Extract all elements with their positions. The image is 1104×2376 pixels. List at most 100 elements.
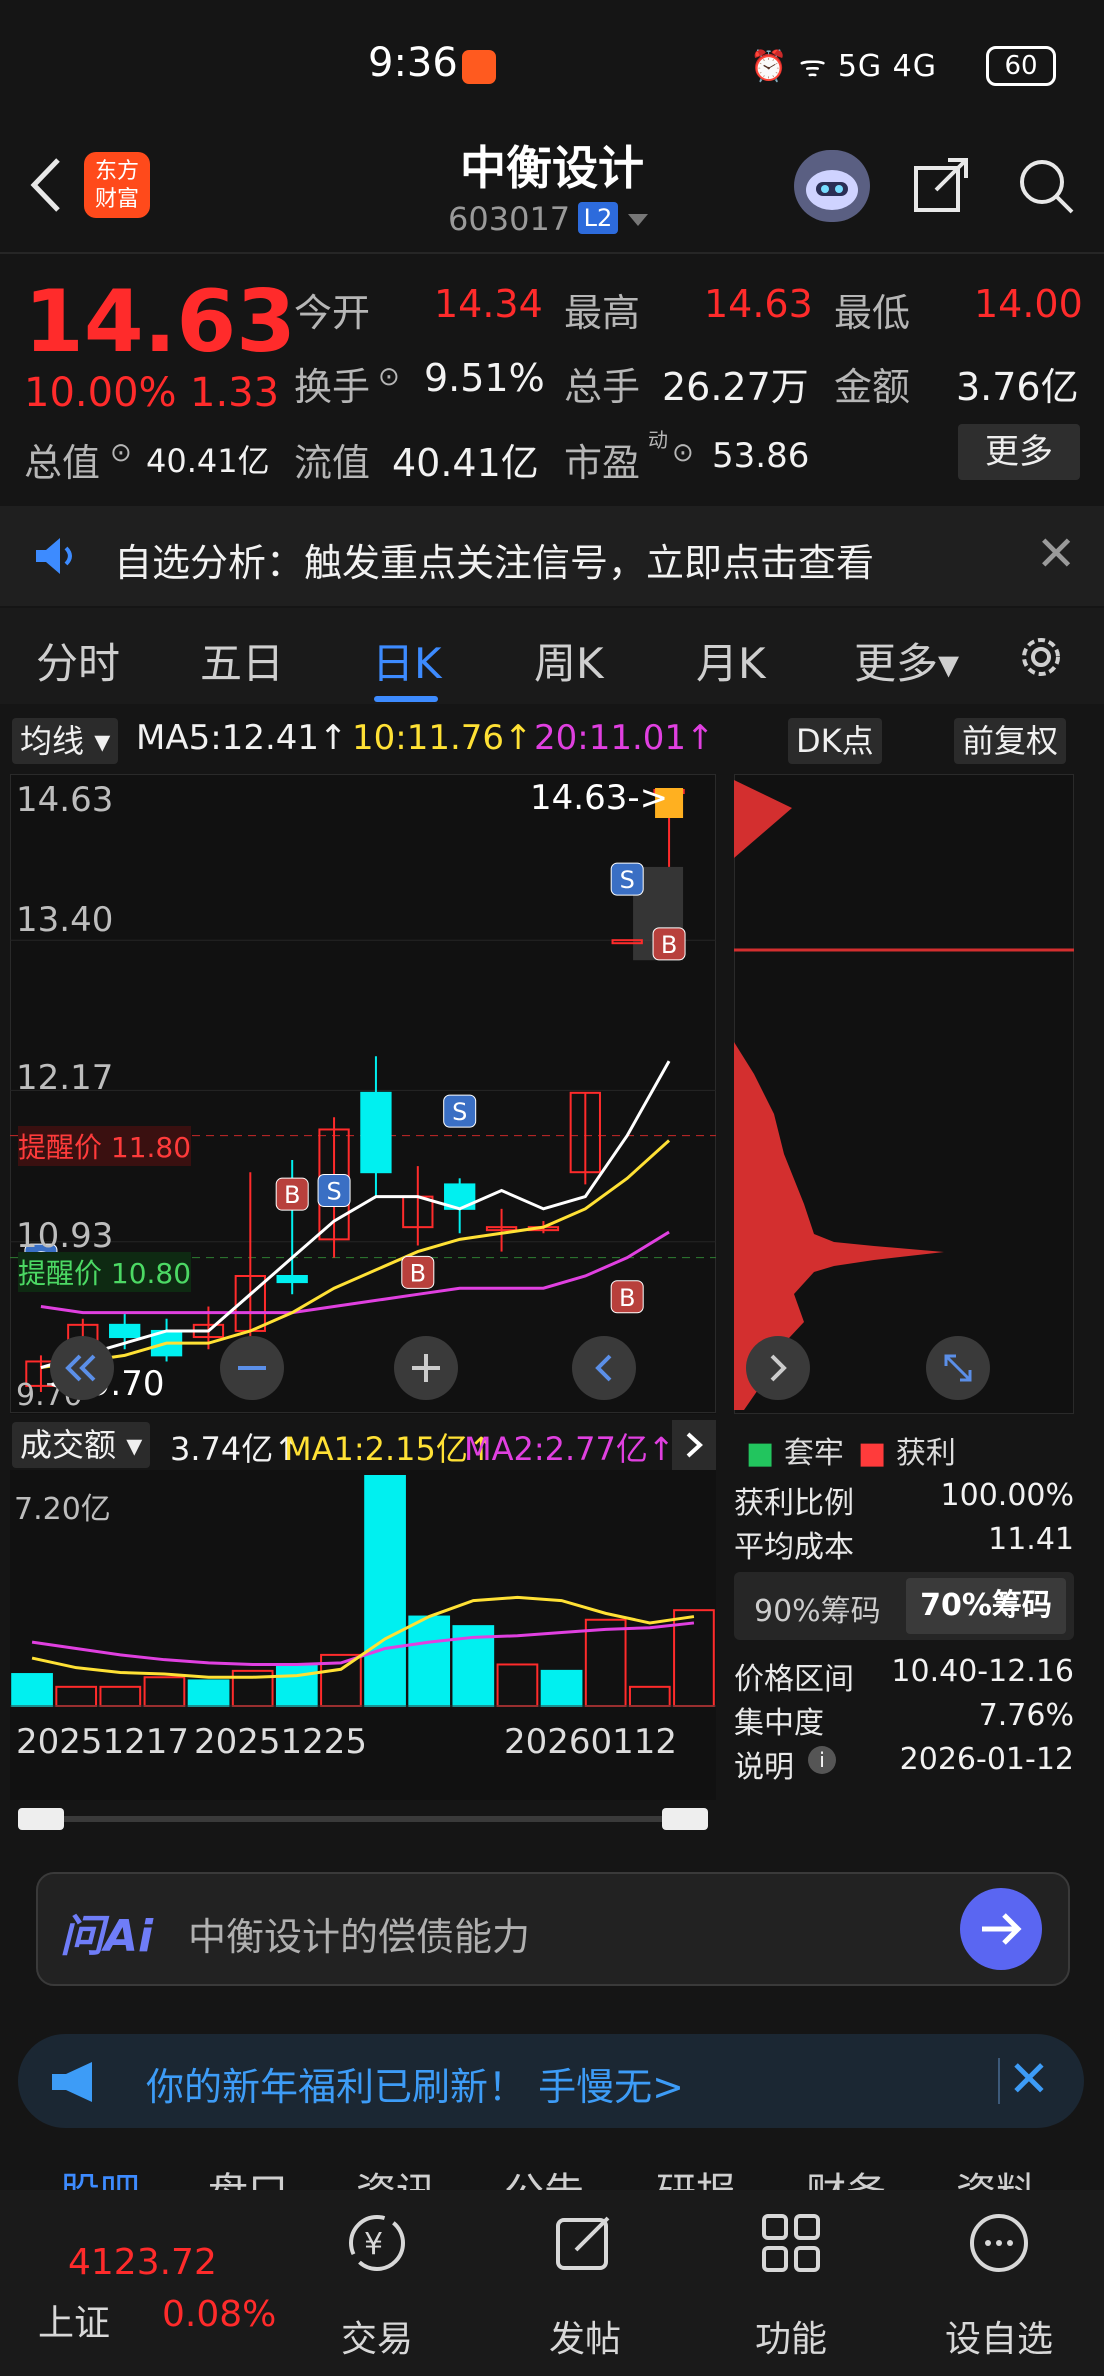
robot-assistant-icon[interactable]	[794, 150, 870, 222]
pe-label: 市盈	[564, 441, 641, 485]
alert-price-upper[interactable]: 提醒价 11.80	[18, 1126, 192, 1166]
volume-type-select[interactable]: 成交额 ▾	[12, 1422, 151, 1468]
logo-text-1: 东方	[94, 159, 139, 184]
scroll-handle-left[interactable]	[18, 1808, 64, 1830]
ask-ai-input[interactable]: 问Ai 中衡设计的偿债能力	[36, 1872, 1070, 1986]
tab-five-day[interactable]: 五日	[200, 630, 284, 691]
index-value[interactable]: 4123.72	[68, 2242, 217, 2283]
share-icon[interactable]	[910, 154, 972, 216]
signal-sell: S	[610, 862, 644, 896]
tab-daily-k[interactable]: 日K	[372, 630, 442, 691]
change-percent: 10.00%	[24, 370, 177, 416]
candlestick-svg: SBSSBSBB	[10, 774, 716, 1413]
signal-notice-bar[interactable]: 自选分析：触发重点关注信号，立即点击查看 ✕	[0, 506, 1104, 606]
zoom-in-button[interactable]	[394, 1336, 458, 1400]
indicator-type-select[interactable]: 均线 ▾	[12, 718, 119, 764]
volume-value: 3.74亿↑	[170, 1430, 301, 1468]
signal-buy: B	[610, 1280, 644, 1314]
close-icon[interactable]: ✕	[1036, 526, 1076, 582]
pe-info-icon[interactable]: ⊙	[672, 438, 694, 468]
ma10-value: 10:11.76↑	[352, 718, 533, 758]
index-change[interactable]: 0.08%	[162, 2294, 276, 2335]
indicator-next-button[interactable]	[672, 1420, 716, 1470]
scroll-left-fast-button[interactable]	[50, 1336, 114, 1400]
chip-90-tab[interactable]: 90%筹码	[754, 1586, 881, 1630]
tab-intraday[interactable]: 分时	[36, 630, 120, 691]
signal-letter: S	[620, 866, 635, 894]
active-tab-indicator	[374, 696, 438, 702]
open-value: 14.34	[434, 282, 543, 326]
tab-more[interactable]: 更多▾	[854, 630, 959, 691]
concentration-label: 集中度	[734, 1706, 824, 1741]
tab-monthly-k[interactable]: 月K	[696, 630, 766, 691]
ask-ai-submit-button[interactable]	[960, 1888, 1042, 1970]
level-dropdown-icon[interactable]	[626, 212, 650, 228]
functions-icon[interactable]	[758, 2210, 824, 2276]
indicator-type-label: 均线	[20, 722, 85, 760]
nav-watchlist[interactable]: 设自选	[939, 2310, 1059, 2362]
concentration-value: 7.76%	[978, 1698, 1074, 1733]
info-icon[interactable]: i	[808, 1746, 836, 1774]
promo-close-icon[interactable]: ✕	[1008, 2050, 1050, 2108]
volume-chart[interactable]: 7.20亿 20251217 20251225 20260112	[10, 1470, 716, 1800]
chip-distribution-chart[interactable]	[734, 774, 1074, 1414]
date-label-2: 20251225	[194, 1722, 368, 1762]
volume-bar	[99, 1685, 142, 1707]
ask-ai-placeholder: 中衡设计的偿债能力	[188, 1915, 531, 1959]
legend-trapped: ■ 套牢	[746, 1428, 844, 1472]
high-label: 最高	[564, 291, 641, 335]
adjustment-select[interactable]: 前复权	[954, 718, 1067, 764]
change-amount: 1.33	[190, 370, 280, 416]
chip-percent-selector: 90%筹码 70%筹码	[734, 1572, 1074, 1640]
search-icon[interactable]	[1014, 154, 1076, 216]
legend-trapped-marker: ■	[746, 1436, 775, 1471]
zoom-out-button[interactable]	[220, 1336, 284, 1400]
more-quote-button[interactable]: 更多	[958, 424, 1080, 480]
status-bar: 9:36 ⏰ ᯤ 5G 4G 60	[0, 0, 1104, 130]
market-cap-label: 总值	[24, 441, 101, 485]
trade-icon[interactable]: ¥	[344, 2210, 410, 2276]
axis-label-top: 14.63	[16, 780, 114, 820]
scroll-handle-right[interactable]	[662, 1808, 708, 1830]
scroll-left-button[interactable]	[572, 1336, 636, 1400]
index-name[interactable]: 上证	[38, 2294, 110, 2346]
chart-period-tabs: 分时 五日 日K 周K 月K 更多▾	[0, 608, 1104, 704]
chip-70-tab[interactable]: 70%筹码	[906, 1578, 1066, 1634]
fullscreen-button[interactable]	[926, 1336, 990, 1400]
post-icon[interactable]	[552, 2210, 618, 2276]
volume-bar	[408, 1615, 451, 1707]
legend-profit-marker: ■	[858, 1436, 887, 1471]
nav-post[interactable]: 发帖	[525, 2310, 645, 2362]
chip-peak-top	[734, 780, 792, 858]
turnover-value: 9.51%	[424, 356, 545, 400]
promo-banner[interactable]: 你的新年福利已刷新！ 手慢无> ✕	[18, 2034, 1084, 2128]
dk-point-toggle[interactable]: DK点	[788, 718, 882, 764]
back-button[interactable]	[22, 150, 72, 220]
signal-buy: B	[275, 1177, 309, 1211]
candlestick-chart[interactable]: SBSSBSBB 14.63 13.40 12.17 10.93 9.70 提醒…	[10, 774, 716, 1414]
alert-price-lower[interactable]: 提醒价 10.80	[18, 1252, 192, 1292]
minus-icon	[238, 1366, 266, 1370]
ma20-value: 20:11.01↑	[534, 718, 715, 758]
vol-ma2-line	[31, 1621, 695, 1666]
megaphone-icon	[52, 2062, 92, 2102]
chip-expand-left-button[interactable]	[746, 1336, 810, 1400]
tab-weekly-k[interactable]: 周K	[534, 630, 604, 691]
add-watchlist-icon[interactable]	[966, 2210, 1032, 2276]
market-cap-info-icon[interactable]: ⊙	[110, 438, 132, 468]
app-logo[interactable]: 东方 财富	[84, 152, 150, 218]
speaker-icon	[36, 538, 72, 574]
nav-functions[interactable]: 功能	[731, 2310, 851, 2362]
current-price: 14.63	[24, 272, 297, 372]
signal-buy: B	[401, 1255, 435, 1289]
amount-value: 3.76亿	[956, 365, 1079, 409]
arrow-right-icon	[982, 1913, 1022, 1945]
level2-badge[interactable]: L2	[578, 202, 618, 234]
signal-letter: B	[619, 1284, 635, 1312]
gear-icon[interactable]	[1014, 630, 1068, 684]
volume-bar	[11, 1673, 53, 1708]
nav-trade[interactable]: 交易	[317, 2310, 437, 2362]
chart-scrollbar[interactable]	[18, 1808, 708, 1830]
turnover-info-icon[interactable]: ⊙	[378, 362, 400, 392]
stock-code: 603017	[448, 200, 571, 238]
